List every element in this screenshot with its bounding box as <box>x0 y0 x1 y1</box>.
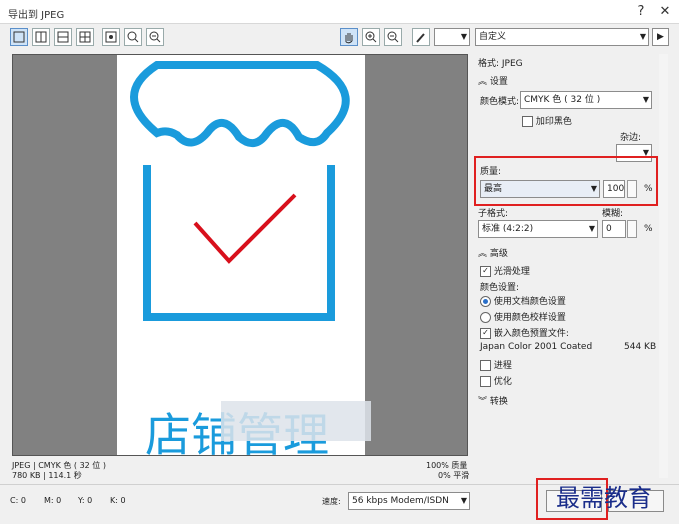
radio-button[interactable] <box>480 296 491 307</box>
preset-menu-button[interactable]: ▶ <box>652 28 669 46</box>
blur-overlay <box>221 401 371 441</box>
advanced-header[interactable]: ︽ 高级 <box>478 246 508 259</box>
watermark: 最需教育 <box>556 484 652 512</box>
checkbox[interactable] <box>480 360 491 371</box>
preset-select-value: 自定义 <box>479 32 507 42</box>
full-preview-button[interactable] <box>10 28 28 46</box>
cmyk-m: M: 0 <box>44 496 62 505</box>
format-label: 格式: JPEG <box>478 59 523 69</box>
zoom-in-button[interactable] <box>362 28 380 46</box>
split-vertical-button[interactable] <box>32 28 50 46</box>
quality-label: 质量: <box>480 167 502 177</box>
subformat-value: 标准 (4:2:2) <box>482 224 534 234</box>
full-preview-icon <box>13 31 25 43</box>
subformat-label: 子格式: <box>478 209 509 219</box>
fit-to-window-button[interactable] <box>102 28 120 46</box>
zoom-fit-icon <box>149 31 161 43</box>
settings-panel: 格式: JPEG ︽ 设置 颜色模式: CMYK 色 ( 32 位 ) ▼ 加印… <box>472 54 668 478</box>
chevron-down-icon: ▼ <box>588 224 595 233</box>
quad-view-button[interactable] <box>76 28 94 46</box>
eyedropper-icon <box>416 33 425 43</box>
close-icon[interactable]: ✕ <box>656 3 674 21</box>
progressive-option[interactable]: 进程 <box>480 358 512 371</box>
matte-label: 杂边: <box>620 133 642 143</box>
quality-number-input[interactable]: 100 <box>603 180 625 198</box>
preview-page: 店铺管理 <box>117 55 371 455</box>
cmyk-c: C: 0 <box>10 496 26 505</box>
quality-spinner[interactable] <box>627 180 637 198</box>
preview-area[interactable]: 店铺管理 <box>12 54 468 456</box>
zoom-out-icon <box>387 31 399 43</box>
blur-percent: % <box>644 224 653 234</box>
status-size: 780 KB | 114.1 秒 <box>12 471 82 480</box>
preview-graphic <box>130 61 350 321</box>
status-smooth: 0% 平滑 <box>438 471 470 480</box>
quality-select[interactable]: 最高 ▼ <box>480 180 600 198</box>
chevron-down-icon: ︾ <box>478 397 488 407</box>
quality-percent: % <box>644 184 653 194</box>
zoom-out-button[interactable] <box>384 28 402 46</box>
title-bar <box>0 0 679 24</box>
help-icon[interactable]: ? <box>632 3 650 21</box>
subformat-select[interactable]: 标准 (4:2:2) ▼ <box>478 220 598 238</box>
zoom-100-button[interactable] <box>124 28 142 46</box>
checkbox[interactable] <box>480 376 491 387</box>
radio-button[interactable] <box>480 312 491 323</box>
panel-scrollbar[interactable] <box>659 54 668 478</box>
zoom-100-icon <box>127 31 139 43</box>
hand-icon <box>345 33 353 44</box>
eyedropper-button[interactable] <box>412 28 430 46</box>
embed-profile-option[interactable]: ✓ 嵌入颜色预置文件: <box>480 326 569 339</box>
chevron-down-icon: ▼ <box>642 95 649 104</box>
radio-proof-color[interactable]: 使用颜色校样设置 <box>480 310 566 323</box>
color-mode-label: 颜色模式: <box>480 97 520 107</box>
split-horizontal-button[interactable] <box>54 28 72 46</box>
speed-label: 速度: <box>322 497 341 506</box>
blur-spinner[interactable] <box>627 220 637 238</box>
color-mode-select[interactable]: CMYK 色 ( 32 位 ) ▼ <box>520 91 652 109</box>
chevron-down-icon: ▼ <box>590 184 597 193</box>
checkbox[interactable] <box>522 116 533 127</box>
quality-value: 最高 <box>484 184 503 194</box>
chevron-up-icon: ︽ <box>478 77 488 87</box>
anti-alias-option[interactable]: ✓ 光滑处理 <box>480 264 530 277</box>
chevron-up-icon: ︽ <box>478 249 488 259</box>
checkbox[interactable]: ✓ <box>480 266 491 277</box>
chevron-down-icon: ▼ <box>460 496 467 505</box>
blur-number-input[interactable]: 0 <box>602 220 626 238</box>
split-horizontal-icon <box>57 31 69 43</box>
speed-select[interactable]: 56 kbps Modem/ISDN ▼ <box>348 492 470 510</box>
chevron-down-icon: ▼ <box>639 32 646 41</box>
speed-value: 56 kbps Modem/ISDN <box>352 496 449 506</box>
fit-icon <box>105 31 117 43</box>
color-swatch-dropdown[interactable]: ▼ <box>434 28 470 46</box>
checkbox[interactable]: ✓ <box>480 328 491 339</box>
blur-label: 模糊: <box>602 209 624 219</box>
zoom-fit-button[interactable] <box>146 28 164 46</box>
quad-view-icon <box>79 31 91 43</box>
profile-size: 544 KB <box>624 342 657 352</box>
cmyk-y: Y: 0 <box>78 496 93 505</box>
zoom-in-icon <box>365 31 377 43</box>
optimize-option[interactable]: 优化 <box>480 374 512 387</box>
chevron-down-icon: ▼ <box>460 32 467 41</box>
cmyk-k: K: 0 <box>110 496 126 505</box>
pan-tool-button[interactable] <box>340 28 358 46</box>
split-vertical-icon <box>35 31 47 43</box>
overprint-black-option[interactable]: 加印黑色 <box>522 114 572 127</box>
radio-doc-color[interactable]: 使用文档颜色设置 <box>480 294 566 307</box>
transform-header[interactable]: ︾ 转换 <box>478 394 508 407</box>
color-mode-value: CMYK 色 ( 32 位 ) <box>524 95 601 105</box>
preset-select[interactable]: 自定义 ▼ <box>475 28 649 46</box>
profile-name: Japan Color 2001 Coated <box>480 342 593 352</box>
window-title: 导出到 JPEG <box>8 10 65 21</box>
color-settings-label: 颜色设置: <box>480 283 520 293</box>
settings-header[interactable]: ︽ 设置 <box>478 74 508 87</box>
